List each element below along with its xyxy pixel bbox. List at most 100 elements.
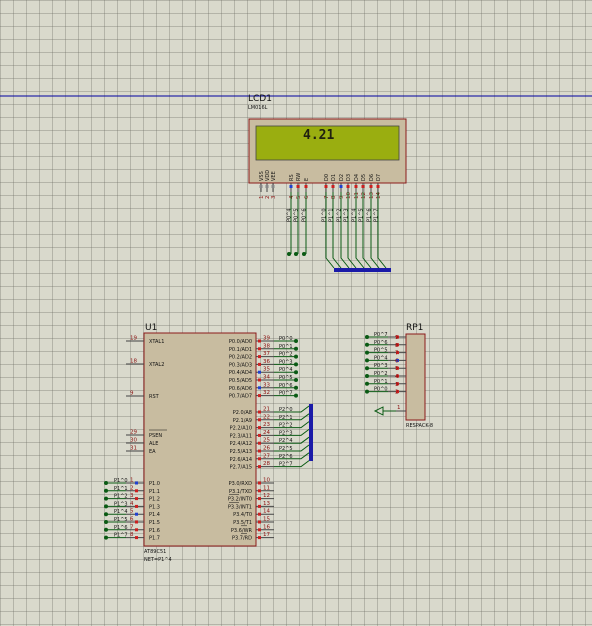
mcu-model: AT89C51 (144, 549, 166, 555)
mcu-pin-marker (258, 465, 261, 469)
mcu-pin-name: P0.3/AD3 (229, 362, 252, 368)
lcd-pin-number: 4 (289, 195, 295, 199)
lcd-pin-number: 14 (376, 192, 382, 199)
p2-net-label: P2^5 (279, 446, 293, 452)
respack-pin-number: 4 (395, 374, 399, 380)
p0-net-label: P0^0 (279, 336, 293, 342)
lcd-pin-marker (376, 185, 380, 188)
mcu-pin-number: 17 (263, 532, 270, 538)
respack-pin-number: 2 (395, 390, 399, 396)
lcd-data-wire (347, 192, 357, 269)
wire-junction (365, 342, 369, 347)
mcu-pin-marker (135, 497, 138, 501)
wire-junction (294, 362, 298, 367)
lcd-pin-label: D1 (331, 174, 337, 181)
respack-ref: RP1 (406, 323, 423, 333)
mcu-pin-name: RST (149, 394, 160, 400)
mcu-pin-name: P2.6/A14 (230, 457, 252, 463)
lcd-pin-label: RW (296, 173, 302, 181)
mcu-pin-name: P2.5/A13 (230, 449, 252, 455)
mcu-pin-marker (258, 362, 261, 366)
lcd-pin-number: 12 (361, 192, 367, 199)
mcu-pin-name: P2.1/A9 (233, 418, 252, 424)
mcu-pin-number: 1 (130, 478, 134, 484)
wire-junction (294, 346, 298, 351)
mcu-pin-marker (135, 481, 138, 485)
mcu-pin-name: P1.7 (149, 536, 160, 542)
respack-net-label: P0^2 (374, 371, 388, 377)
mcu-pin-number: 16 (263, 524, 270, 530)
mcu-pin-number: 10 (263, 478, 270, 484)
respack-net-label: P0^7 (374, 332, 388, 338)
respack-net-label: P0^0 (374, 387, 388, 393)
lcd-pin-marker (354, 185, 358, 188)
mcu-pin-name: P2.4/A12 (230, 441, 252, 447)
mcu-pin-number: 3 (130, 493, 134, 499)
lcd-pin-number: 10 (346, 192, 352, 199)
p2-net-label: P2^6 (279, 454, 293, 460)
p1-net-label: P1^7 (114, 533, 128, 539)
wire-junction (104, 520, 108, 524)
mcu-pin-number: 28 (263, 461, 270, 467)
mcu-pin-marker (258, 347, 261, 351)
mcu-pin-number: 29 (130, 430, 137, 436)
mcu-pin-number: 2 (130, 485, 134, 491)
wire-junction (365, 366, 369, 371)
lcd-data-net-label: P1^3 (344, 208, 350, 222)
mcu-pin-name: XTAL2 (149, 362, 164, 368)
mcu-pin-number: 26 (263, 446, 270, 452)
mcu-pin-name: ALE (149, 441, 158, 447)
lcd-pin-label: D6 (369, 174, 375, 181)
lcd-component[interactable]: LCD1 LM016L 4.21 VSS1VDD2VEE3RS4RW5E6D07… (248, 94, 407, 269)
mcu-pin-marker (135, 520, 138, 524)
p0-net-label: P0^2 (279, 352, 293, 358)
p0-net-label: P0^7 (279, 391, 293, 397)
p2-net-label: P2^2 (279, 423, 293, 429)
p2-net-label: P2^7 (279, 462, 293, 468)
mcu-pin-marker (258, 370, 261, 374)
p2-net-label: P2^0 (279, 407, 293, 413)
lcd-model: LM016L (248, 105, 268, 111)
respack-component[interactable]: RP1 RESPACK-8 9 P0^7 8 P0^6 7 P0^5 6 P0^4 5 P0^3 4… (365, 323, 433, 429)
mcu-pin-marker (258, 394, 261, 398)
lcd-pin-marker (361, 185, 365, 188)
mcu-pin-marker (258, 504, 261, 508)
lcd-pin-marker (339, 185, 343, 188)
mcu-pin-number: 32 (263, 390, 270, 396)
mcu-pin-name: P1.2 (149, 497, 160, 503)
p0-net-label: P0^5 (279, 375, 293, 381)
mcu-pin-name: P0.4/AD4 (229, 370, 252, 376)
mcu-pin-name: P2.2/A10 (230, 426, 252, 432)
respack-pin-number: 5 (395, 366, 399, 372)
mcu-pin-number: 31 (130, 446, 137, 452)
mcu-pin-marker (258, 489, 261, 493)
schematic-drawing[interactable]: LCD1 LM016L 4.21 VSS1VDD2VEE3RS4RW5E6D07… (0, 0, 592, 626)
mcu-pin-number: 37 (263, 351, 270, 357)
mcu-pin-number: 33 (263, 382, 270, 388)
wire-junction (365, 350, 369, 355)
mcu-pin-name: P2.7/A15 (230, 465, 252, 471)
respack-pin-number: 9 (395, 335, 399, 341)
lcd-data-net-label: P1^5 (359, 208, 365, 222)
mcu-pin-name: P3.5/T1 (233, 520, 252, 526)
mcu-pin-number: 13 (263, 501, 270, 507)
p1-net-label: P1^3 (114, 501, 128, 507)
mcu-pin-marker (258, 497, 261, 501)
respack-pin-number: 7 (395, 351, 399, 357)
wire-junction (294, 378, 298, 382)
respack-net-label: P0^5 (374, 348, 388, 354)
respack-pins: 9 P0^7 8 P0^6 7 P0^5 6 P0^4 5 P0^3 4 P0^2 3 P0^1 2 P0^0… (365, 332, 406, 412)
mcu-pin-number: 18 (130, 359, 137, 365)
p0-net-label: P0^4 (279, 367, 293, 373)
wire-junction (365, 381, 369, 386)
lcd-pin-label: D7 (376, 174, 382, 181)
mcu-pin-marker (135, 504, 138, 508)
mcu-pin-number: 9 (130, 391, 134, 397)
mcu-component[interactable]: U1 AT89C51 NET=P1^4 19XTAL118XTAL29RST29… (104, 323, 310, 563)
wire-junction (365, 335, 369, 339)
mcu-pin-number: 11 (263, 485, 270, 491)
mcu-pin-number: 7 (130, 524, 134, 530)
mcu-pin-marker (258, 481, 261, 485)
p2-net-label: P2^4 (279, 438, 293, 444)
lcd-pin-marker (304, 185, 308, 188)
